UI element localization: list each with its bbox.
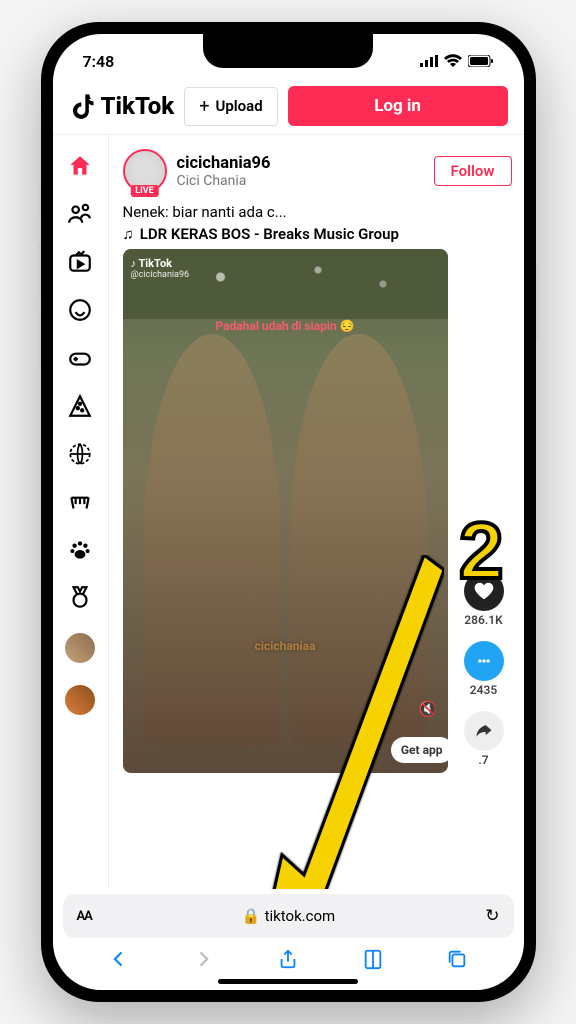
plus-icon: + (199, 96, 209, 117)
medal-icon[interactable] (67, 585, 93, 611)
share-count: .7 (478, 753, 488, 767)
annotation-step-number: 2 (459, 505, 504, 597)
lock-icon: 🔒 (242, 907, 261, 925)
displayname: Cici Chania (177, 173, 424, 189)
phone-frame: 7:48 TikTok + Upload Log in (41, 22, 536, 1002)
video-watermark: ♪ TikTok @cicichania96 (131, 257, 190, 280)
upload-label: Upload (215, 97, 262, 115)
tiktok-header: TikTok + Upload Log in (53, 78, 524, 135)
comment-count: 2435 (470, 683, 497, 697)
feed: LIVE cicichania96 Cici Chania Follow Nen… (109, 135, 524, 889)
home-indicator[interactable] (218, 979, 358, 984)
cellular-icon (420, 52, 438, 71)
text-size-button[interactable]: AA (77, 909, 92, 924)
tiktok-logo[interactable]: TikTok (69, 92, 175, 120)
upload-button[interactable]: + Upload (184, 87, 277, 126)
sidebar (53, 135, 109, 889)
forward-button[interactable] (191, 947, 215, 971)
tiktok-logo-text: TikTok (101, 92, 175, 120)
follow-button[interactable]: Follow (434, 156, 512, 186)
video-overlay-caption: Padahal udah di siapin 😔 (215, 319, 354, 333)
get-app-button[interactable]: Get app (391, 737, 448, 763)
notch (203, 34, 373, 68)
live-badge: LIVE (130, 185, 158, 197)
safari-address-bar[interactable]: AA 🔒 tiktok.com ↻ (63, 894, 514, 938)
video-player[interactable]: ♪ TikTok @cicichania96 Padahal udah di s… (123, 249, 448, 773)
music-link[interactable]: ♫LDR KERAS BOS - Breaks Music Group (123, 225, 512, 243)
mute-icon[interactable]: 🔇 (419, 700, 438, 718)
video-subjects (123, 334, 448, 773)
share-button[interactable] (464, 711, 504, 751)
bookmarks-button[interactable] (361, 947, 385, 971)
following-icon[interactable] (67, 201, 93, 227)
globe-icon[interactable] (67, 441, 93, 467)
url-display[interactable]: 🔒 tiktok.com (102, 907, 475, 925)
share-sheet-button[interactable] (276, 947, 300, 971)
login-button[interactable]: Log in (288, 86, 508, 126)
tabs-button[interactable] (445, 947, 469, 971)
mute-switch (38, 182, 41, 217)
pizza-icon[interactable] (67, 393, 93, 419)
comment-icon (474, 651, 494, 671)
post-caption: Nenek: biar nanti ada c... (123, 203, 512, 221)
volume-up-button (38, 242, 41, 297)
power-button (536, 262, 539, 342)
user-avatar[interactable]: LIVE (123, 149, 167, 193)
game-icon[interactable] (67, 345, 93, 371)
status-time: 7:48 (83, 52, 115, 71)
back-button[interactable] (107, 947, 131, 971)
home-icon[interactable] (67, 153, 93, 179)
reload-button[interactable]: ↻ (485, 906, 499, 926)
paw-icon[interactable] (67, 537, 93, 563)
volume-down-button (38, 312, 41, 367)
share-icon (474, 721, 494, 741)
live-icon[interactable] (67, 249, 93, 275)
wifi-icon (444, 52, 462, 71)
tiktok-logo-icon (69, 92, 97, 120)
comment-button[interactable] (464, 641, 504, 681)
smile-icon[interactable] (67, 297, 93, 323)
username-link[interactable]: cicichania96 (177, 154, 424, 173)
suggested-account-2[interactable] (65, 685, 95, 715)
battery-icon (468, 52, 494, 71)
music-note-icon: ♫ (123, 225, 134, 243)
video-overlay-username: cicichaniaa (255, 639, 316, 653)
like-count: 286.1K (464, 613, 502, 627)
suggested-account-1[interactable] (65, 633, 95, 663)
comb-icon[interactable] (67, 489, 93, 515)
